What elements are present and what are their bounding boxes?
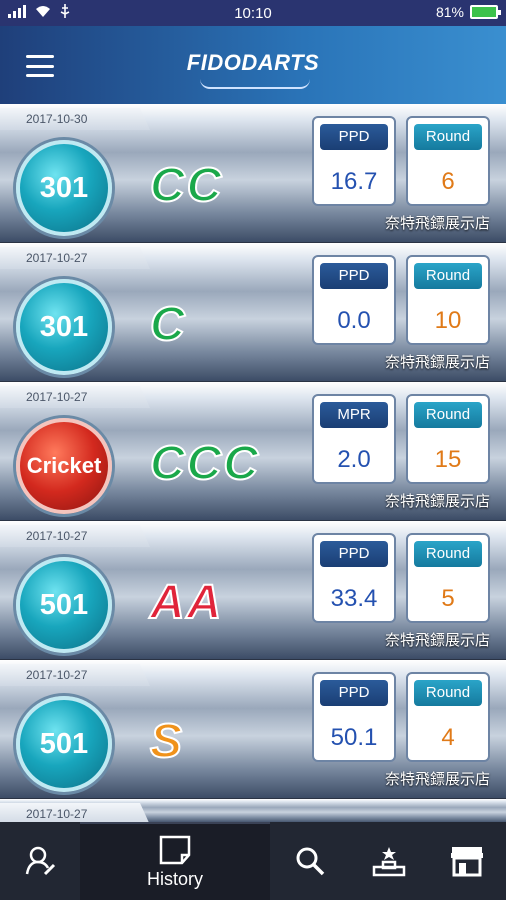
round-box: Round 4 <box>406 672 490 762</box>
history-card[interactable]: 2017-10-27 <box>0 799 506 822</box>
round-label: Round <box>414 680 482 706</box>
award-mark: S <box>149 714 185 769</box>
status-icons-right: 81% <box>435 4 501 20</box>
round-label: Round <box>414 124 482 150</box>
round-value: 15 <box>434 446 462 473</box>
history-card[interactable]: 2017-10-27 501 AA PPD 33.4 Round 5 奈特飛鏢展… <box>0 521 506 660</box>
status-bar: 10:10 81% <box>0 0 506 26</box>
nav-ranking[interactable] <box>350 822 428 900</box>
history-list[interactable]: 2017-10-30 301 CC PPD 16.7 Round 6 奈特飛鏢展… <box>0 104 506 822</box>
stat-label: PPD <box>320 541 388 567</box>
brand-logo: FIDODARTS <box>186 50 320 75</box>
shop-name: 奈特飛鏢展示店 <box>384 354 490 371</box>
battery-icon <box>470 5 501 19</box>
nav-shop[interactable] <box>428 822 506 900</box>
round-box: Round 15 <box>406 394 490 484</box>
award-mark: AA <box>149 575 224 630</box>
history-card[interactable]: 2017-10-27 Cricket CCC MPR 2.0 Round 15 … <box>0 382 506 521</box>
stat-box: MPR 2.0 <box>312 394 396 484</box>
game-date: 2017-10-30 <box>0 108 150 130</box>
award-mark: CCC <box>149 436 260 491</box>
stat-value: 50.1 <box>330 724 378 751</box>
profile-icon <box>25 846 56 876</box>
game-date: 2017-10-27 <box>0 664 150 686</box>
round-label: Round <box>414 263 482 289</box>
game-type-badge: 301 <box>16 140 112 236</box>
shop-icon <box>451 847 483 877</box>
game-date: 2017-10-27 <box>0 803 150 822</box>
game-date: 2017-10-27 <box>0 386 150 408</box>
game-type-badge: Cricket <box>16 418 112 514</box>
shop-name: 奈特飛鏢展示店 <box>384 493 490 510</box>
game-type-badge: 301 <box>16 279 112 375</box>
battery-percent: 81% <box>435 4 464 20</box>
shop-name: 奈特飛鏢展示店 <box>384 632 490 649</box>
stat-value: 2.0 <box>337 446 371 473</box>
game-date: 2017-10-27 <box>0 525 150 547</box>
round-box: Round 6 <box>406 116 490 206</box>
shop-name: 奈特飛鏢展示店 <box>384 215 490 232</box>
ranking-icon <box>372 847 406 877</box>
round-value: 4 <box>441 724 455 751</box>
stat-box: PPD 50.1 <box>312 672 396 762</box>
status-time: 10:10 <box>234 5 272 22</box>
game-type-badge: 501 <box>16 696 112 792</box>
stat-value: 33.4 <box>330 585 378 612</box>
app-header: FIDODARTS <box>0 26 506 104</box>
round-value: 5 <box>441 585 455 612</box>
search-icon <box>296 847 325 876</box>
stat-value: 0.0 <box>337 307 371 334</box>
stat-box: PPD 33.4 <box>312 533 396 623</box>
shop-name: 奈特飛鏢展示店 <box>384 771 490 788</box>
stat-box: PPD 0.0 <box>312 255 396 345</box>
round-box: Round 10 <box>406 255 490 345</box>
stat-box: PPD 16.7 <box>312 116 396 206</box>
nav-history[interactable]: History <box>80 822 270 900</box>
history-icon <box>159 835 191 864</box>
bottom-nav: History <box>0 822 506 900</box>
nav-profile[interactable] <box>0 822 80 900</box>
game-date: 2017-10-27 <box>0 247 150 269</box>
game-type-badge: 501 <box>16 557 112 653</box>
award-mark: CC <box>149 158 224 213</box>
history-card[interactable]: 2017-10-27 301 C PPD 0.0 Round 10 奈特飛鏢展示… <box>0 243 506 382</box>
award-mark: C <box>149 297 187 352</box>
round-value: 10 <box>434 307 462 334</box>
stat-label: PPD <box>320 263 388 289</box>
stat-label: MPR <box>320 402 388 428</box>
nav-history-label: History <box>146 868 203 889</box>
stat-value: 16.7 <box>330 168 378 195</box>
round-label: Round <box>414 402 482 428</box>
round-value: 6 <box>441 168 455 195</box>
history-card[interactable]: 2017-10-30 301 CC PPD 16.7 Round 6 奈特飛鏢展… <box>0 104 506 243</box>
nav-search[interactable] <box>270 822 350 900</box>
round-box: Round 5 <box>406 533 490 623</box>
brand-swoosh <box>200 79 310 89</box>
round-label: Round <box>414 541 482 567</box>
stat-label: PPD <box>320 680 388 706</box>
history-card[interactable]: 2017-10-27 501 S PPD 50.1 Round 4 奈特飛鏢展示… <box>0 660 506 799</box>
stat-label: PPD <box>320 124 388 150</box>
